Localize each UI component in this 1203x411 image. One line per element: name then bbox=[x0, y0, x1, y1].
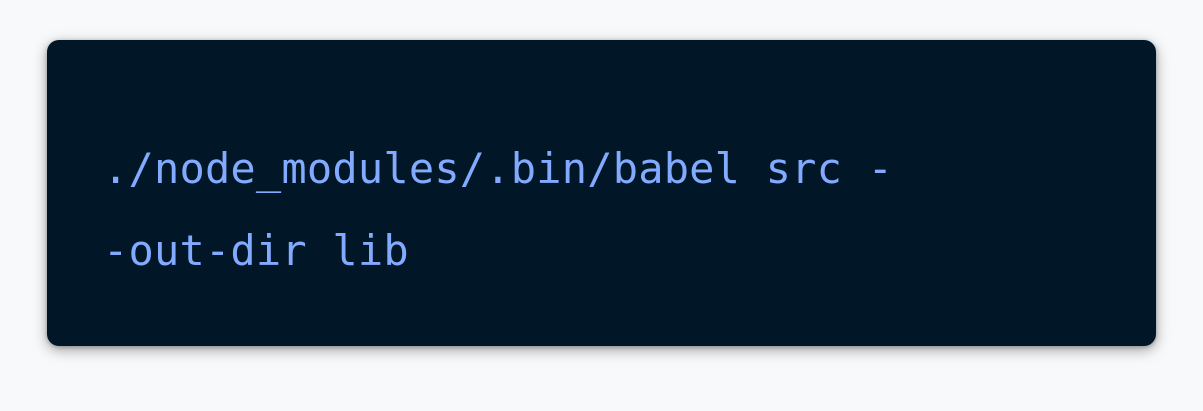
code-line-2: -out-dir lib bbox=[103, 226, 409, 275]
code-text: ./node_modules/.bin/babel src - -out-dir … bbox=[103, 128, 893, 292]
code-line-1: ./node_modules/.bin/babel src - bbox=[103, 144, 894, 193]
code-block: ./node_modules/.bin/babel src - -out-dir … bbox=[47, 40, 1156, 346]
